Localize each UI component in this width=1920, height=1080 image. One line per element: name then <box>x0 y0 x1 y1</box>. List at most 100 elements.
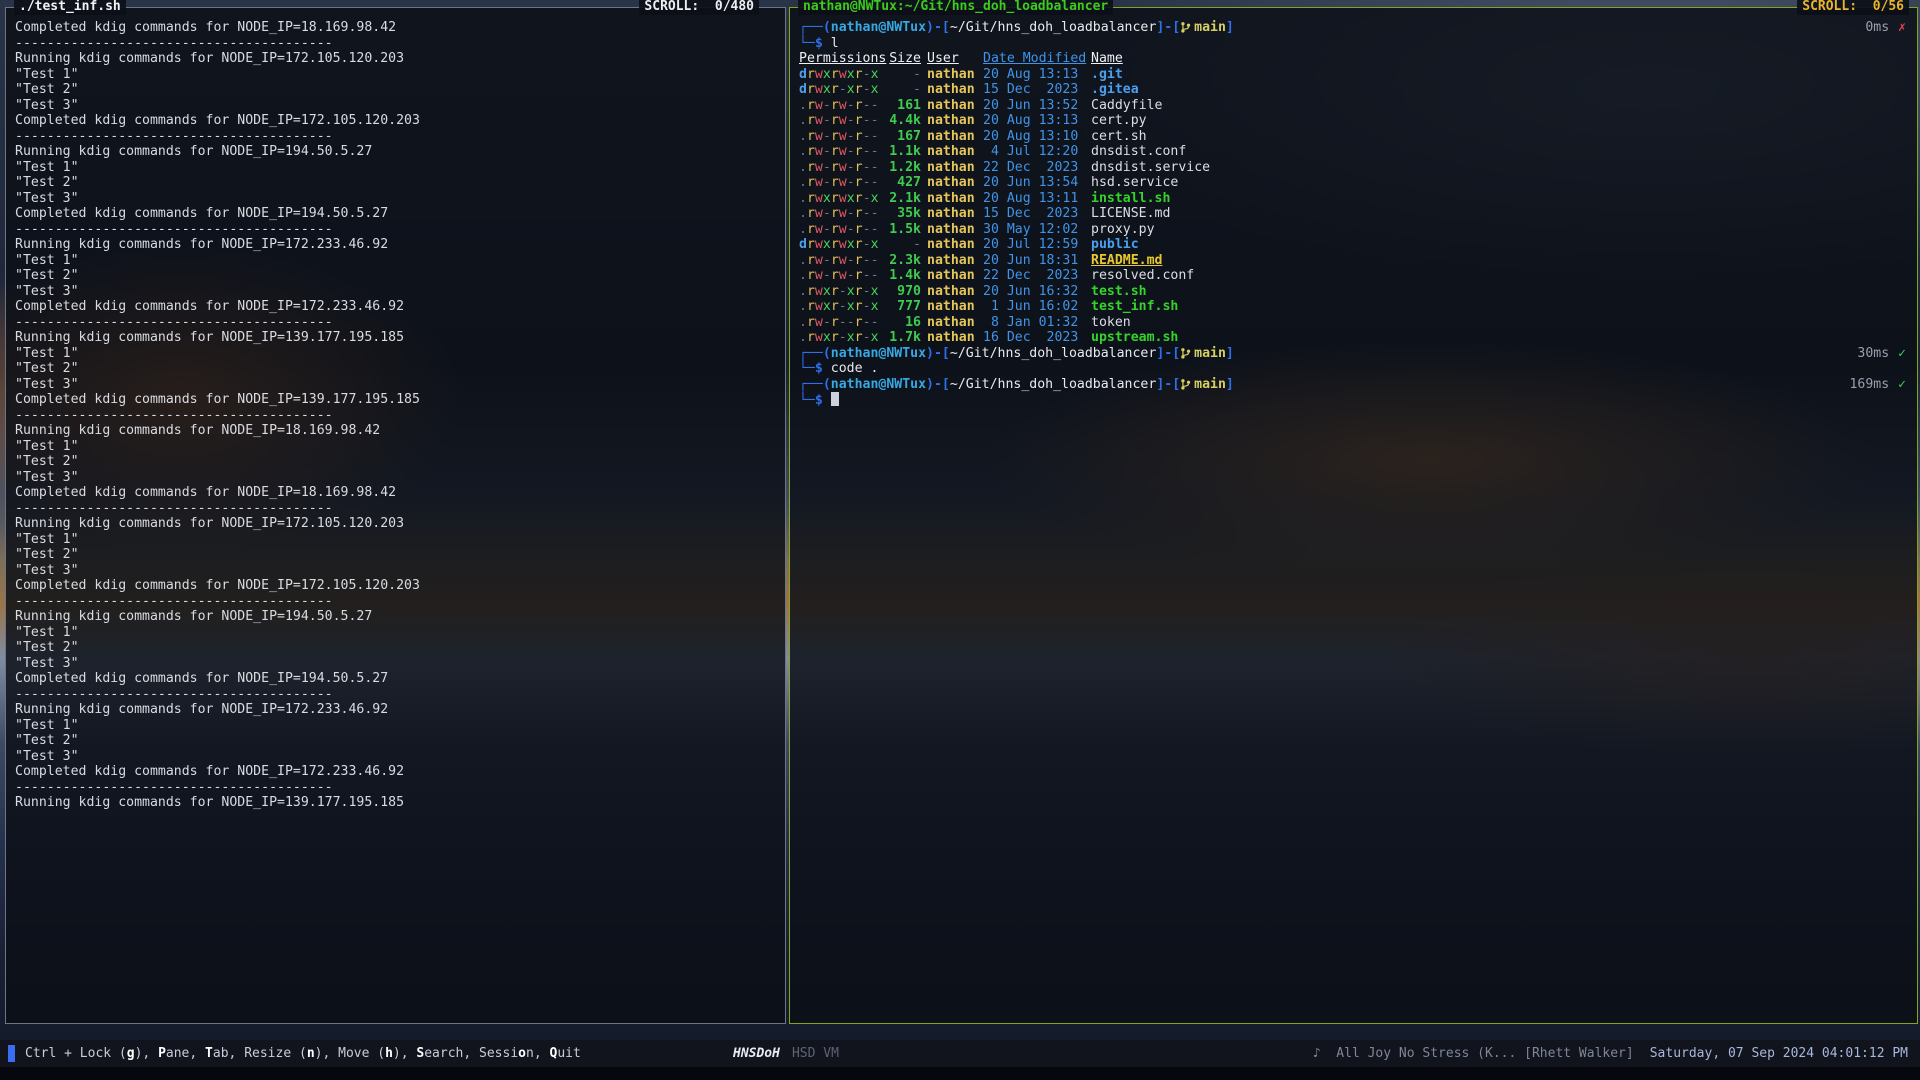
file-owner: nathan <box>927 113 977 129</box>
git-branch: main <box>1180 346 1226 361</box>
file-permissions: .rw-rw-r-- <box>799 160 879 176</box>
file-date: 20 Jun 18:31 <box>983 253 1085 269</box>
command-text <box>823 393 831 408</box>
file-row: .rw-rw-r--4.4knathan20 Aug 13:13cert.py <box>799 113 1908 129</box>
file-owner: nathan <box>927 315 977 331</box>
terminal-output-line: "Test 3" <box>15 749 776 765</box>
file-permissions: drwxr-xr-x <box>799 82 879 98</box>
file-owner: nathan <box>927 268 977 284</box>
file-owner: nathan <box>927 206 977 222</box>
file-name: token <box>1091 315 1908 331</box>
terminal-output-line: "Test 2" <box>15 268 776 284</box>
terminal-output-line: Running kdig commands for NODE_IP=172.10… <box>15 516 776 532</box>
col-header-date: Date Modified <box>983 51 1085 67</box>
terminal-output-line: ---------------------------------------- <box>15 780 776 796</box>
file-permissions: .rw-rw-r-- <box>799 206 879 222</box>
file-listing-header: PermissionsSizeUserDate ModifiedName <box>799 51 1908 67</box>
command-line[interactable]: └─$ <box>799 392 1908 408</box>
prompt-header: ┌──(nathan@NWTux)-[~/Git/hns_doh_loadbal… <box>799 377 1908 393</box>
terminal-output-line: "Test 3" <box>15 563 776 579</box>
terminal-output-line: Running kdig commands for NODE_IP=194.50… <box>15 609 776 625</box>
file-date: 20 Aug 13:10 <box>983 129 1085 145</box>
file-size: 427 <box>885 175 921 191</box>
prompt-header: ┌──(nathan@NWTux)-[~/Git/hns_doh_loadbal… <box>799 346 1908 362</box>
file-date: 20 Jul 12:59 <box>983 237 1085 253</box>
terminal-output-line: Completed kdig commands for NODE_IP=172.… <box>15 113 776 129</box>
success-icon: ✓ <box>1898 346 1906 362</box>
pane-right-scroll-indicator: SCROLL: 0/56 <box>1797 0 1909 15</box>
file-date: 20 Jun 13:54 <box>983 175 1085 191</box>
prompt-user-host: nathan@NWTux <box>831 20 926 35</box>
col-header-name: Name <box>1091 51 1908 67</box>
pane-test-script[interactable]: ./test_inf.sh SCROLL: 0/480 Completed kd… <box>5 7 786 1024</box>
file-owner: nathan <box>927 144 977 160</box>
terminal-output-line: "Test 1" <box>15 346 776 362</box>
terminal-output-line: "Test 3" <box>15 656 776 672</box>
git-branch-icon <box>1180 21 1191 33</box>
status-bar-right: ♪ All Joy No Stress (K... [Rhett Walker]… <box>1313 1046 1920 1061</box>
file-name: LICENSE.md <box>1091 206 1908 222</box>
session-name: HNSDoH <box>733 1046 780 1061</box>
terminal-output-line: Running kdig commands for NODE_IP=139.17… <box>15 330 776 346</box>
col-header-size: Size <box>885 51 921 67</box>
file-owner: nathan <box>927 175 977 191</box>
terminal-output-line: ---------------------------------------- <box>15 687 776 703</box>
file-permissions: .rw-rw-r-- <box>799 268 879 284</box>
terminal-output-line: "Test 2" <box>15 640 776 656</box>
command-text: code . <box>823 361 879 376</box>
file-permissions: .rw-r--r-- <box>799 315 879 331</box>
terminal-output-line: "Test 1" <box>15 67 776 83</box>
file-owner: nathan <box>927 237 977 253</box>
terminal-output-line: "Test 1" <box>15 718 776 734</box>
file-size: - <box>885 82 921 98</box>
file-row: .rw-rw-r--167nathan20 Aug 13:10cert.sh <box>799 129 1908 145</box>
col-header-user: User <box>927 51 977 67</box>
terminal-output-line: "Test 1" <box>15 625 776 641</box>
terminal-output-line: "Test 3" <box>15 377 776 393</box>
pane-shell[interactable]: nathan@NWTux:~/Git/hns_doh_loadbalancer … <box>789 7 1918 1024</box>
file-listing: PermissionsSizeUserDate ModifiedNamedrwx… <box>799 51 1908 346</box>
file-row: .rwxr-xr-x777nathan 1 Jun 16:02test_inf.… <box>799 299 1908 315</box>
file-size: 2.3k <box>885 253 921 269</box>
file-name: dnsdist.service <box>1091 160 1908 176</box>
file-name: test_inf.sh <box>1091 299 1908 315</box>
terminal-output-line: "Test 1" <box>15 160 776 176</box>
file-permissions: .rw-rw-r-- <box>799 144 879 160</box>
file-name: Caddyfile <box>1091 98 1908 114</box>
prompt-path: ~/Git/hns_doh_loadbalancer <box>950 377 1156 392</box>
file-date: 20 Jun 13:52 <box>983 98 1085 114</box>
terminal-multiplexer-screen: ./test_inf.sh SCROLL: 0/480 Completed kd… <box>0 0 1920 1080</box>
file-date: 20 Jun 16:32 <box>983 284 1085 300</box>
file-size: 1.7k <box>885 330 921 346</box>
file-name: proxy.py <box>1091 222 1908 238</box>
file-row: .rwxr-xr-x970nathan20 Jun 16:32test.sh <box>799 284 1908 300</box>
file-owner: nathan <box>927 98 977 114</box>
error-icon: ✗ <box>1898 20 1906 36</box>
now-playing: ♪ All Joy No Stress (K... [Rhett Walker] <box>1313 1046 1634 1061</box>
file-permissions: .rw-rw-r-- <box>799 98 879 114</box>
terminal-output-line: Completed kdig commands for NODE_IP=172.… <box>15 299 776 315</box>
file-permissions: .rwxr-xr-x <box>799 330 879 346</box>
file-name: README.md <box>1091 253 1908 269</box>
file-date: 15 Dec 2023 <box>983 206 1085 222</box>
command-duration: 0ms <box>1865 20 1889 36</box>
file-row: .rw-rw-r--1.1knathan 4 Jul 12:20dnsdist.… <box>799 144 1908 160</box>
file-date: 4 Jul 12:20 <box>983 144 1085 160</box>
file-row: .rw-rw-r--427nathan20 Jun 13:54hsd.servi… <box>799 175 1908 191</box>
terminal-output-line: Running kdig commands for NODE_IP=172.23… <box>15 237 776 253</box>
file-name: .git <box>1091 67 1908 83</box>
prompt-path: ~/Git/hns_doh_loadbalancer <box>950 346 1156 361</box>
file-size: 1.2k <box>885 160 921 176</box>
file-name: public <box>1091 237 1908 253</box>
session-info: HNSDoH HSD VM <box>733 1046 839 1061</box>
prompt-path: ~/Git/hns_doh_loadbalancer <box>950 20 1156 35</box>
file-size: 35k <box>885 206 921 222</box>
file-owner: nathan <box>927 253 977 269</box>
terminal-output-line: ---------------------------------------- <box>15 501 776 517</box>
terminal-output-line: "Test 3" <box>15 284 776 300</box>
file-row: .rw-rw-r-- 35k nathan 15 Dec 2023 LICENSE.md <box>799 206 1908 222</box>
pane-left-title: ./test_inf.sh <box>14 0 126 15</box>
file-date: 16 Dec 2023 <box>983 330 1085 346</box>
file-row: .rw-rw-r--1.5knathan30 May 12:02proxy.py <box>799 222 1908 238</box>
file-date: 22 Dec 2023 <box>983 268 1085 284</box>
